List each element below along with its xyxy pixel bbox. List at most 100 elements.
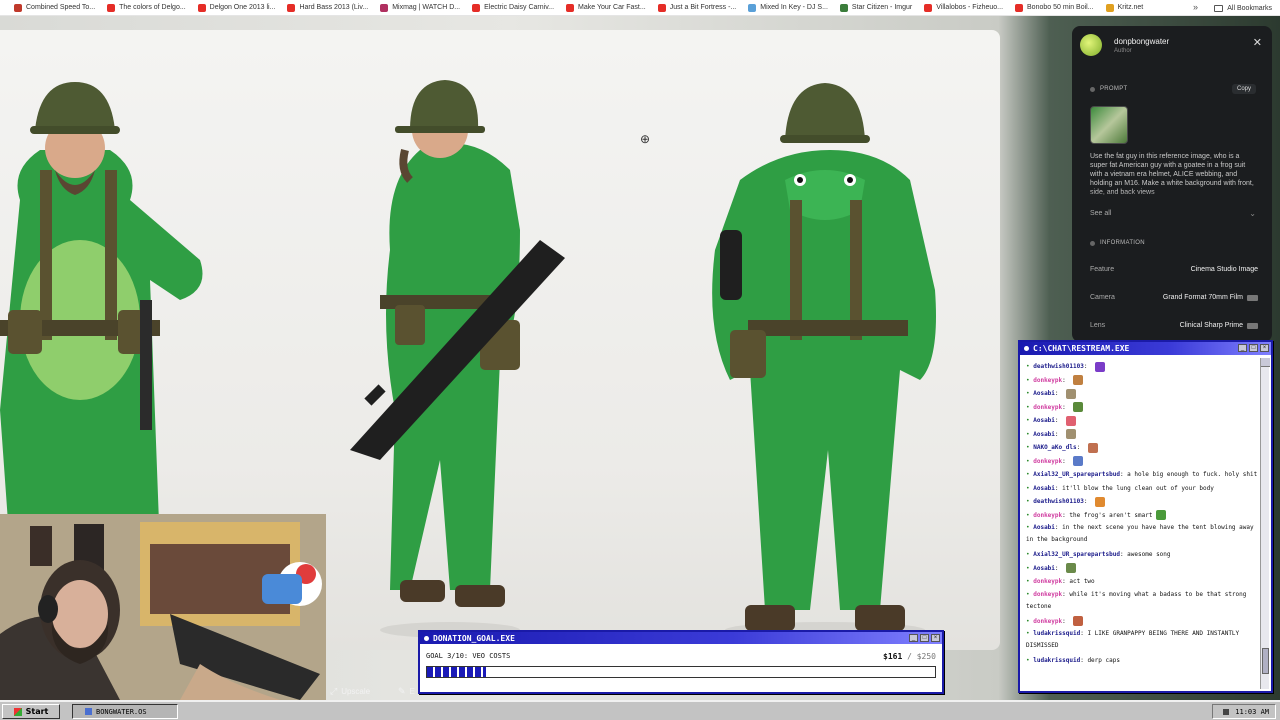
bookmark-favicon-icon bbox=[657, 3, 666, 12]
donation-goal-window: DONATION_GOAL.EXE _ □ × GOAL 3/10: VEO C… bbox=[418, 630, 944, 694]
chat-username[interactable]: Aosabi bbox=[1033, 524, 1055, 531]
chevron-double-right-icon[interactable]: » bbox=[1193, 2, 1198, 12]
chat-username[interactable]: Aosabi bbox=[1033, 417, 1055, 424]
scrollbar-thumb[interactable] bbox=[1262, 648, 1269, 674]
bookmark-item[interactable]: The colors of Delgo... bbox=[107, 3, 186, 12]
bookmark-item[interactable]: Delgon One 2013 li... bbox=[197, 3, 276, 12]
chat-username[interactable]: deathwish01103 bbox=[1033, 498, 1084, 505]
maximize-icon[interactable]: □ bbox=[920, 634, 929, 642]
chat-username[interactable]: donkeypk bbox=[1033, 458, 1062, 465]
chat-username[interactable]: NAKO_aKo_dls bbox=[1033, 444, 1076, 451]
donation-title-bar[interactable]: DONATION_GOAL.EXE bbox=[420, 632, 942, 644]
chat-username[interactable]: donkeypk bbox=[1033, 591, 1062, 598]
bookmark-item[interactable]: Star Citizen - Imgur bbox=[839, 3, 912, 12]
close-icon[interactable]: × bbox=[931, 634, 940, 642]
bookmark-item[interactable]: Villalobos - Fizheuo... bbox=[924, 3, 1003, 12]
chat-title: C:\CHAT\RESTREAM.EXE bbox=[1033, 344, 1130, 353]
chat-separator: : bbox=[1076, 444, 1084, 451]
chat-username[interactable]: Aosabi bbox=[1033, 485, 1055, 492]
close-icon[interactable]: × bbox=[1260, 344, 1269, 352]
bookmark-item[interactable]: Kritz.net bbox=[1105, 3, 1143, 12]
chat-username[interactable]: deathwish01103 bbox=[1033, 363, 1084, 370]
raised-amount: $161 bbox=[883, 652, 903, 661]
chat-separator: : bbox=[1054, 390, 1063, 397]
see-all-link[interactable]: See all bbox=[1090, 210, 1111, 217]
bookmark-favicon-icon bbox=[839, 3, 848, 12]
chat-separator: : bbox=[1062, 617, 1070, 625]
author-block[interactable]: donpbongwater Author bbox=[1080, 34, 1169, 56]
webcam-feed bbox=[0, 514, 326, 700]
all-bookmarks-button[interactable]: All Bookmarks bbox=[1214, 0, 1272, 16]
chat-username[interactable]: donkeypk bbox=[1033, 578, 1062, 585]
chat-username[interactable]: Axial32_UR_sparepartsbud bbox=[1033, 551, 1120, 558]
edit-button[interactable]: ✎ E bbox=[398, 686, 415, 697]
donation-title: DONATION_GOAL.EXE bbox=[433, 633, 515, 643]
chat-emote-icon bbox=[1073, 402, 1084, 412]
chat-message: • donkeypk: bbox=[1026, 615, 1258, 629]
info-value: Grand Format 70mm Film bbox=[1162, 294, 1243, 301]
chat-username[interactable]: ludakrissquid bbox=[1033, 630, 1080, 637]
all-bookmarks-label: All Bookmarks bbox=[1227, 4, 1272, 12]
bookmark-item[interactable]: Mixed In Key - DJ S... bbox=[748, 3, 828, 12]
chat-emote-icon bbox=[1073, 616, 1084, 626]
streamer-webcam-illustration bbox=[0, 514, 326, 700]
bookmark-label: The colors of Delgo... bbox=[119, 4, 186, 11]
chat-text: derp caps bbox=[1087, 657, 1120, 664]
chat-username[interactable]: donkeypk bbox=[1033, 377, 1062, 384]
chat-window: C:\CHAT\RESTREAM.EXE _ □ × • deathwish01… bbox=[1018, 340, 1273, 693]
chat-separator: : bbox=[1054, 430, 1063, 438]
bookmark-label: Delgon One 2013 li... bbox=[209, 4, 276, 11]
chat-title-bar[interactable]: C:\CHAT\RESTREAM.EXE bbox=[1020, 342, 1271, 355]
chat-username[interactable]: donkeypk bbox=[1033, 618, 1062, 625]
chat-message: • Aosabi: bbox=[1026, 428, 1258, 442]
bookmark-item[interactable]: Bonobo 50 min Boil... bbox=[1015, 3, 1094, 12]
bookmark-label: Hard Bass 2013 (Liv... bbox=[299, 4, 369, 11]
reference-image-thumbnail[interactable] bbox=[1090, 106, 1128, 144]
amount-separator: / bbox=[902, 652, 917, 661]
clock: 11:03 AM bbox=[1235, 707, 1269, 716]
copy-button[interactable]: Copy bbox=[1231, 84, 1256, 94]
chat-message: • donkeypk: while it's moving what a bad… bbox=[1026, 589, 1258, 613]
app-icon bbox=[85, 708, 92, 715]
chat-message: • donkeypk: bbox=[1026, 374, 1258, 388]
chat-scrollbar[interactable] bbox=[1260, 358, 1270, 689]
information-heading-label: INFORMATION bbox=[1100, 240, 1145, 246]
window-icon bbox=[1024, 346, 1029, 351]
start-button[interactable]: Start bbox=[2, 704, 60, 719]
info-row-feature: Feature Cinema Studio Image bbox=[1090, 266, 1258, 273]
start-label: Start bbox=[25, 707, 49, 716]
bookmark-item[interactable]: Make Your Car Fast... bbox=[566, 3, 646, 12]
chat-message: • donkeypk: act two bbox=[1026, 575, 1258, 589]
bookmark-label: Electric Daisy Carniv... bbox=[484, 4, 555, 11]
bookmark-item[interactable]: Combined Speed To... bbox=[14, 3, 95, 12]
volume-icon[interactable] bbox=[1223, 708, 1230, 715]
minimize-icon[interactable]: _ bbox=[909, 634, 918, 642]
chat-username[interactable]: donkeypk bbox=[1033, 512, 1062, 519]
bookmark-item[interactable]: Just a Bit Fortress -... bbox=[657, 3, 736, 12]
chat-separator: : bbox=[1062, 376, 1070, 384]
bookmark-item[interactable]: Hard Bass 2013 (Liv... bbox=[287, 3, 369, 12]
taskbar-item-bongwater[interactable]: BONGWATER.OS bbox=[72, 704, 178, 719]
avatar bbox=[1080, 34, 1102, 56]
upscale-button[interactable]: ⤢ Upscale bbox=[330, 686, 370, 697]
chat-username[interactable]: ludakrissquid bbox=[1033, 657, 1080, 664]
chevron-down-icon[interactable]: ⌄ bbox=[1249, 209, 1256, 218]
bookmark-label: Mixmag | WATCH D... bbox=[392, 4, 461, 11]
bookmark-item[interactable]: Mixmag | WATCH D... bbox=[380, 3, 461, 12]
chat-emote-icon bbox=[1066, 429, 1077, 439]
scroll-up-icon[interactable] bbox=[1261, 358, 1270, 367]
bookmark-item[interactable]: Electric Daisy Carniv... bbox=[472, 3, 555, 12]
chat-username[interactable]: Aosabi bbox=[1033, 431, 1055, 438]
close-icon[interactable]: ✕ bbox=[1253, 36, 1262, 49]
maximize-icon[interactable]: □ bbox=[1249, 344, 1258, 352]
chat-username[interactable]: donkeypk bbox=[1033, 404, 1062, 411]
chat-username[interactable]: Aosabi bbox=[1033, 390, 1055, 397]
chat-username[interactable]: Aosabi bbox=[1033, 565, 1055, 572]
minimize-icon[interactable]: _ bbox=[1238, 344, 1247, 352]
camera-icon bbox=[1247, 294, 1258, 301]
chat-username[interactable]: Axial32_UR_sparepartsbud bbox=[1033, 471, 1120, 478]
goal-amount: $161 / $250 bbox=[883, 652, 936, 661]
prompt-heading-label: PROMPT bbox=[1100, 86, 1128, 92]
bookmark-favicon-icon bbox=[14, 3, 22, 12]
info-row-camera: Camera Grand Format 70mm Film bbox=[1090, 294, 1258, 301]
